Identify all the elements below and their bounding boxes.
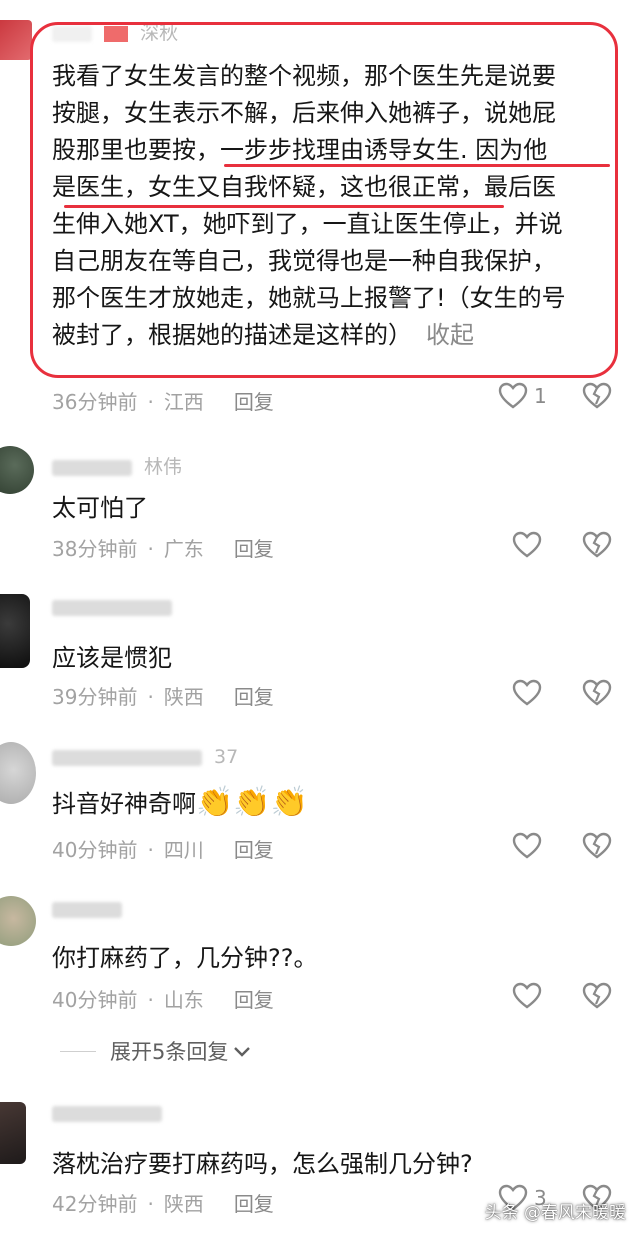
comment-line: 被封了，根据她的描述是这样的） 收起 <box>52 321 474 349</box>
like-button[interactable] <box>512 531 542 559</box>
chevron-down-icon <box>234 1047 251 1057</box>
comment-location: 陕西 <box>163 1192 204 1216</box>
broken-heart-icon <box>582 382 612 409</box>
avatar[interactable] <box>0 896 36 946</box>
comment-text: 你打麻药了，几分钟??。 <box>52 944 318 972</box>
username[interactable] <box>52 596 178 618</box>
avatar[interactable] <box>0 1102 26 1164</box>
like-button[interactable] <box>512 679 542 707</box>
comment-text: 抖音好神奇啊👏👏👏 <box>52 785 309 820</box>
comment-meta: 42分钟前 · 陕西 回复 <box>52 1192 274 1216</box>
avatar[interactable] <box>0 594 30 668</box>
comment-location: 山东 <box>163 988 204 1012</box>
username[interactable] <box>52 1102 168 1124</box>
comment-item: 深秋 我看了女生发言的整个视频，那个医生先是说要 按腿，女生表示不解，后来伸入她… <box>0 0 640 420</box>
expand-replies-button[interactable]: 展开5条回复 <box>60 1036 252 1066</box>
reply-button[interactable]: 回复 <box>234 390 274 414</box>
heart-icon <box>498 382 528 409</box>
red-underline <box>64 205 504 208</box>
comment-location: 广东 <box>163 537 204 561</box>
comment-time: 42分钟前 <box>52 1192 138 1216</box>
reply-button[interactable]: 回复 <box>234 685 274 709</box>
dislike-button[interactable] <box>582 679 612 711</box>
comment-line: 那个医生才放她走，她就马上报警了!（女生的号 <box>52 284 566 312</box>
reply-button[interactable]: 回复 <box>234 838 274 862</box>
comment-item: 林伟 太可怕了 38分钟前 · 广东 回复 <box>0 440 640 580</box>
comment-line: 是医生，女生又自我怀疑，这也很正常，最后医 <box>52 173 556 201</box>
comment-line: 生伸入她XT，她吓到了，一直让医生停止，并说 <box>52 210 563 238</box>
comment-meta: 38分钟前 · 广东 回复 <box>52 537 274 561</box>
comment-item: 应该是惯犯 39分钟前 · 陕西 回复 <box>0 588 640 728</box>
comment-time: 39分钟前 <box>52 685 138 709</box>
collapse-link[interactable]: 收起 <box>426 321 474 349</box>
broken-heart-icon <box>582 679 612 706</box>
username-redaction <box>52 901 122 918</box>
divider <box>60 1050 96 1052</box>
username-redaction <box>52 599 172 616</box>
comment-text: 太可怕了 <box>52 494 148 522</box>
dislike-button[interactable] <box>582 382 612 414</box>
reply-button[interactable]: 回复 <box>234 537 274 561</box>
comment-time: 36分钟前 <box>52 390 138 414</box>
broken-heart-icon <box>582 982 612 1009</box>
broken-heart-icon <box>582 832 612 859</box>
comment-meta: 39分钟前 · 陕西 回复 <box>52 685 274 709</box>
dislike-button[interactable] <box>582 982 612 1014</box>
watermark: 头条 @春风宋暖暖 <box>484 1203 626 1223</box>
username[interactable] <box>52 898 128 920</box>
comment-meta: 40分钟前 · 山东 回复 <box>52 988 274 1012</box>
heart-icon <box>512 982 542 1009</box>
reply-button[interactable]: 回复 <box>234 988 274 1012</box>
username-redaction <box>52 1105 162 1122</box>
clapping-hands-emoji: 👏 <box>196 785 234 820</box>
comment-time: 40分钟前 <box>52 838 138 862</box>
comment-time: 38分钟前 <box>52 537 138 561</box>
red-underline <box>224 164 610 167</box>
reply-button[interactable]: 回复 <box>234 1192 274 1216</box>
username-redaction <box>52 459 132 476</box>
comment-location: 陕西 <box>163 685 204 709</box>
dislike-button[interactable] <box>582 832 612 864</box>
comment-meta: 36分钟前 · 江西 回复 <box>52 390 274 414</box>
like-button[interactable]: 1 <box>498 382 547 410</box>
avatar[interactable] <box>0 446 34 494</box>
avatar[interactable] <box>0 742 36 804</box>
like-button[interactable] <box>512 832 542 860</box>
comment-meta: 40分钟前 · 四川 回复 <box>52 838 274 862</box>
comment-line: 按腿，女生表示不解，后来伸入她裤子，说她屁 <box>52 99 556 127</box>
comment-location: 四川 <box>163 838 204 862</box>
comment-item: 37 抖音好神奇啊👏👏👏 40分钟前 · 四川 回复 <box>0 738 640 878</box>
comment-line: 我看了女生发言的整个视频，那个医生先是说要 <box>52 62 556 90</box>
like-count: 1 <box>534 384 547 408</box>
dislike-button[interactable] <box>582 531 612 563</box>
comment-time: 40分钟前 <box>52 988 138 1012</box>
heart-icon <box>512 832 542 859</box>
heart-icon <box>512 679 542 706</box>
avatar[interactable] <box>0 20 32 60</box>
clapping-hands-emoji: 👏 <box>270 785 309 820</box>
clapping-hands-emoji: 👏 <box>233 785 271 820</box>
username[interactable]: 林伟 <box>52 452 182 479</box>
like-button[interactable] <box>512 982 542 1010</box>
username[interactable]: 37 <box>52 746 238 768</box>
comment-line: 自己朋友在等自己，我觉得也是一种自我保护， <box>52 247 556 275</box>
comment-text: 应该是惯犯 <box>52 644 172 672</box>
username-redaction <box>52 749 202 766</box>
comment-location: 江西 <box>163 390 204 414</box>
heart-icon <box>512 531 542 558</box>
broken-heart-icon <box>582 531 612 558</box>
comment-text: 落枕治疗要打麻药吗，怎么强制几分钟? <box>52 1150 473 1178</box>
